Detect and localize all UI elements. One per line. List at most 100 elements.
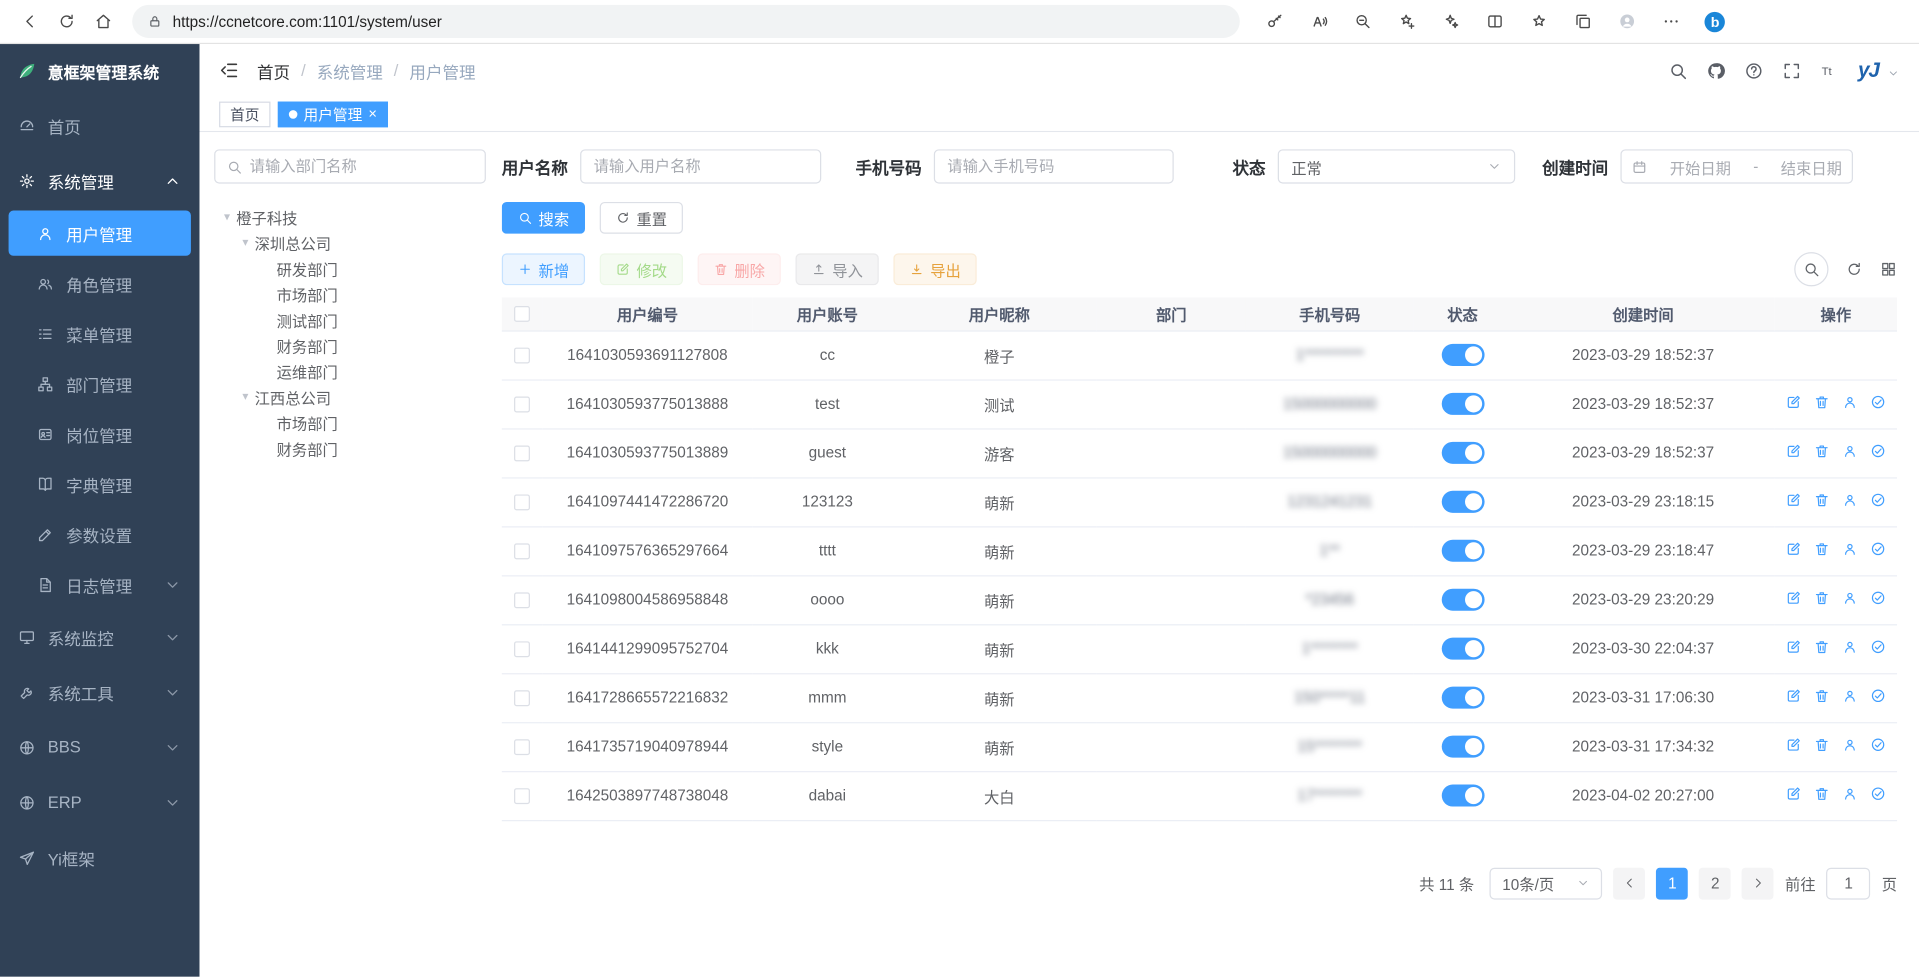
tree-node[interactable]: 研发部门: [214, 256, 486, 282]
reset-password-icon[interactable]: [1842, 590, 1858, 606]
assign-role-icon[interactable]: [1870, 737, 1886, 753]
delete-icon[interactable]: [1814, 688, 1830, 704]
sidebar-item-post[interactable]: 岗位管理: [0, 409, 199, 459]
search-icon[interactable]: [1668, 61, 1688, 81]
read-aloud-icon[interactable]: [1301, 4, 1335, 38]
import-button[interactable]: 导入: [796, 253, 879, 285]
close-icon[interactable]: ×: [368, 105, 377, 122]
status-toggle[interactable]: [1441, 344, 1484, 366]
assign-role-icon[interactable]: [1870, 590, 1886, 606]
delete-icon[interactable]: [1814, 443, 1830, 459]
favorites-bar-icon[interactable]: [1521, 4, 1555, 38]
browser-refresh-icon[interactable]: [49, 4, 83, 38]
row-checkbox[interactable]: [514, 739, 530, 755]
edit-icon[interactable]: [1786, 541, 1802, 557]
tree-node[interactable]: ▾深圳总公司: [214, 230, 486, 256]
delete-icon[interactable]: [1814, 492, 1830, 508]
row-checkbox[interactable]: [514, 788, 530, 804]
assign-role-icon[interactable]: [1870, 443, 1886, 459]
assign-role-icon[interactable]: [1870, 541, 1886, 557]
page-button-1[interactable]: 1: [1657, 867, 1689, 899]
tree-node[interactable]: ▾江西总公司: [214, 384, 486, 410]
edit-icon[interactable]: [1786, 443, 1802, 459]
reset-password-icon[interactable]: [1842, 786, 1858, 802]
assign-role-icon[interactable]: [1870, 394, 1886, 410]
sidebar-item-log[interactable]: 日志管理: [0, 559, 199, 609]
browser-menu-icon[interactable]: [1653, 4, 1687, 38]
goto-page-input[interactable]: [1827, 867, 1871, 899]
tree-node[interactable]: 财务部门: [214, 333, 486, 359]
sidebar-item-monitor[interactable]: 系统监控: [0, 610, 199, 665]
username-input[interactable]: [580, 149, 821, 183]
chevron-down-icon[interactable]: [1887, 67, 1899, 83]
row-checkbox[interactable]: [514, 592, 530, 608]
edit-icon[interactable]: [1786, 688, 1802, 704]
edit-icon[interactable]: [1786, 590, 1802, 606]
row-checkbox[interactable]: [514, 495, 530, 511]
status-toggle[interactable]: [1441, 589, 1484, 611]
fullscreen-icon[interactable]: [1782, 61, 1802, 81]
status-toggle[interactable]: [1441, 393, 1484, 415]
sidebar-item-system[interactable]: 系统管理: [0, 153, 199, 208]
edit-icon[interactable]: [1786, 737, 1802, 753]
delete-icon[interactable]: [1814, 541, 1830, 557]
date-range-picker[interactable]: 开始日期 - 结束日期: [1620, 149, 1853, 183]
select-all-checkbox[interactable]: [514, 306, 530, 322]
help-icon[interactable]: [1744, 61, 1764, 81]
status-toggle[interactable]: [1441, 491, 1484, 513]
phone-input[interactable]: [934, 149, 1174, 183]
collections-icon[interactable]: [1565, 4, 1599, 38]
delete-icon[interactable]: [1814, 590, 1830, 606]
row-checkbox[interactable]: [514, 348, 530, 364]
assign-role-icon[interactable]: [1870, 786, 1886, 802]
sidebar-item-dict[interactable]: 字典管理: [0, 459, 199, 509]
password-icon[interactable]: [1257, 4, 1291, 38]
sidebar-item-menu[interactable]: 菜单管理: [0, 308, 199, 358]
delete-icon[interactable]: [1814, 394, 1830, 410]
reset-password-icon[interactable]: [1842, 688, 1858, 704]
status-toggle[interactable]: [1441, 442, 1484, 464]
assign-role-icon[interactable]: [1870, 688, 1886, 704]
status-toggle[interactable]: [1441, 687, 1484, 709]
edit-icon[interactable]: [1786, 492, 1802, 508]
next-page-button[interactable]: [1742, 867, 1774, 899]
address-bar[interactable]: https://ccnetcore.com:1101/system/user: [132, 5, 1240, 38]
add-favorite-icon[interactable]: [1389, 4, 1423, 38]
sidebar-item-role[interactable]: 角色管理: [0, 258, 199, 308]
reset-button[interactable]: 重置: [600, 202, 683, 234]
row-checkbox[interactable]: [514, 397, 530, 413]
browser-back-icon[interactable]: [12, 4, 46, 38]
dept-search-input[interactable]: [250, 158, 474, 175]
zoom-icon[interactable]: [1345, 4, 1379, 38]
tree-node[interactable]: 市场部门: [214, 410, 486, 436]
collapse-sidebar-icon[interactable]: [219, 60, 240, 81]
prev-page-button[interactable]: [1614, 867, 1646, 899]
bing-icon[interactable]: b: [1698, 4, 1732, 38]
status-toggle[interactable]: [1441, 540, 1484, 562]
edit-button[interactable]: 修改: [600, 253, 683, 285]
status-toggle[interactable]: [1441, 736, 1484, 758]
delete-icon[interactable]: [1814, 737, 1830, 753]
github-icon[interactable]: [1706, 61, 1726, 81]
tree-node[interactable]: 市场部门: [214, 281, 486, 307]
status-select[interactable]: 正常: [1278, 149, 1515, 183]
sidebar-item-dept[interactable]: 部门管理: [0, 359, 199, 409]
status-toggle[interactable]: [1441, 638, 1484, 660]
tree-node[interactable]: 测试部门: [214, 307, 486, 333]
tab-user[interactable]: 用户管理×: [278, 101, 388, 127]
sidebar-item-home[interactable]: 首页: [0, 98, 199, 153]
delete-icon[interactable]: [1814, 639, 1830, 655]
tree-node[interactable]: 运维部门: [214, 359, 486, 385]
row-checkbox[interactable]: [514, 641, 530, 657]
add-button[interactable]: 新增: [502, 253, 585, 285]
split-screen-icon[interactable]: [1477, 4, 1511, 38]
edit-icon[interactable]: [1786, 394, 1802, 410]
tree-node[interactable]: 财务部门: [214, 436, 486, 462]
refresh-table-icon[interactable]: [1846, 261, 1863, 278]
caret-down-icon[interactable]: ▾: [242, 236, 248, 249]
tab-home[interactable]: 首页: [219, 101, 270, 127]
avatar[interactable]: yJ: [1858, 58, 1879, 82]
breadcrumb-item[interactable]: 系统管理: [317, 58, 383, 82]
assign-role-icon[interactable]: [1870, 492, 1886, 508]
font-size-icon[interactable]: Tt: [1820, 61, 1840, 81]
